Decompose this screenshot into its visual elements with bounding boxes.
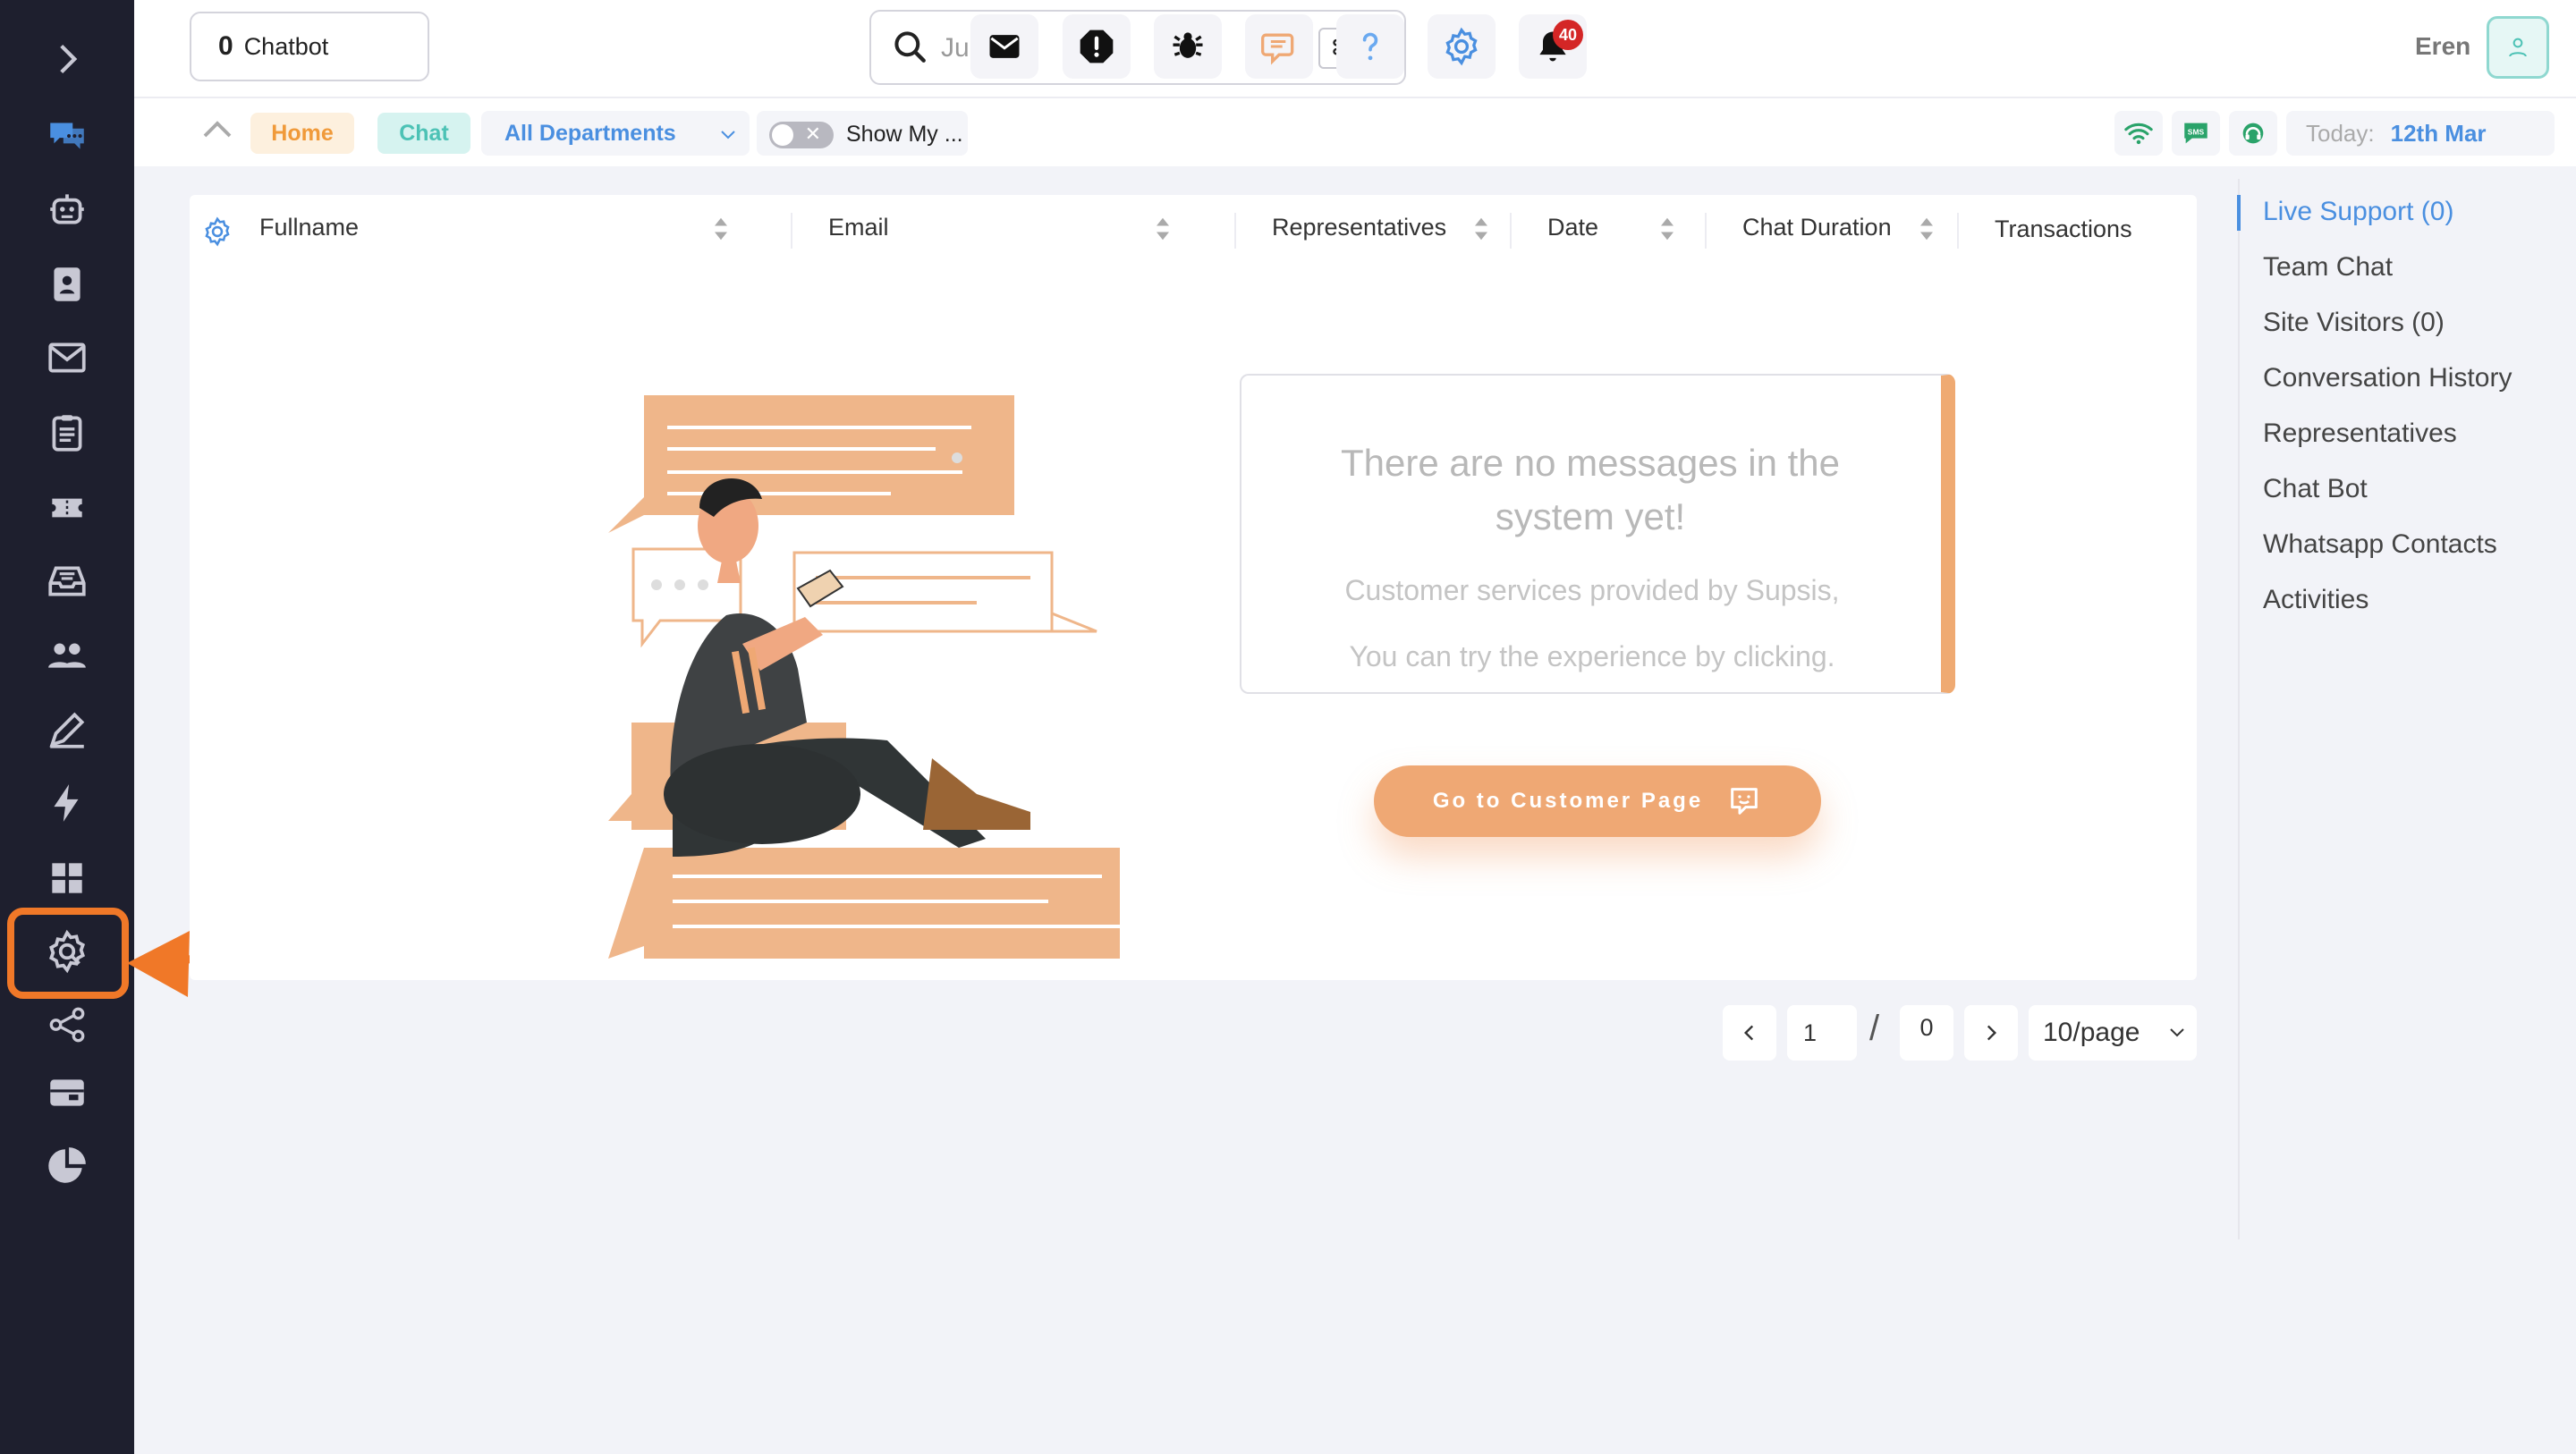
- column-header-email[interactable]: Email: [828, 195, 889, 259]
- chatbot-label: Chatbot: [243, 32, 329, 60]
- notification-badge: 40: [1553, 20, 1583, 50]
- contacts-book-icon[interactable]: [35, 252, 99, 317]
- pie-chart-icon[interactable]: [35, 1134, 99, 1198]
- chat-bubble-icon[interactable]: [1245, 14, 1313, 79]
- dashboard-grid-icon[interactable]: [35, 846, 99, 910]
- chatbot-counter[interactable]: 0 Chatbot: [190, 12, 429, 81]
- nav-conversation-history[interactable]: Conversation History: [2263, 363, 2512, 393]
- chatbot-count: 0: [218, 31, 233, 61]
- table-settings-icon[interactable]: [202, 216, 233, 247]
- inbox-tray-icon[interactable]: [35, 549, 99, 613]
- live-chat-icon[interactable]: [35, 102, 99, 166]
- empty-state-line2: You can try the experience by clicking.: [1349, 640, 1835, 672]
- department-value: All Departments: [504, 120, 676, 146]
- left-sidebar: [0, 0, 134, 1454]
- page-separator: /: [1869, 1009, 1880, 1048]
- sort-icon[interactable]: [1154, 216, 1172, 241]
- settings-highlight-annotation: [7, 908, 129, 999]
- empty-state-title: There are no messages in the system yet!: [1341, 442, 1840, 537]
- go-to-customer-page-button[interactable]: Go to Customer Page: [1374, 765, 1821, 837]
- chatbot-robot-icon[interactable]: [35, 177, 99, 241]
- mail-icon[interactable]: [35, 325, 99, 390]
- empty-state-box: There are no messages in the system yet!…: [1240, 374, 1955, 694]
- empty-state-illustration: [608, 395, 1120, 959]
- today-date: Today: 12th Mar: [2286, 111, 2555, 156]
- chat-smile-icon: [1731, 788, 1758, 815]
- pen-edit-icon[interactable]: [35, 697, 99, 762]
- users-group-icon[interactable]: [35, 622, 99, 687]
- conversation-table-card: Fullname Email Representatives Date Chat…: [190, 195, 2197, 980]
- svg-text:SMS: SMS: [2188, 127, 2205, 136]
- show-mine-toggle[interactable]: ✕ Show My ...: [757, 111, 968, 156]
- column-header-date[interactable]: Date: [1547, 195, 1598, 259]
- chat-pill[interactable]: Chat: [377, 113, 470, 154]
- department-select[interactable]: All Departments: [481, 111, 750, 156]
- empty-state-line1: Customer services provided by Supsis,: [1344, 574, 1840, 606]
- cta-label: Go to Customer Page: [1432, 789, 1704, 813]
- sort-icon[interactable]: [1918, 216, 1936, 241]
- chevron-left-icon: [1743, 1025, 1754, 1041]
- chevron-right-icon: [1987, 1025, 1997, 1041]
- nav-team-chat[interactable]: Team Chat: [2263, 252, 2393, 283]
- lightning-bolt-icon[interactable]: [35, 771, 99, 835]
- chevron-up-icon[interactable]: [199, 111, 236, 148]
- right-nav-panel: Live Support (0) Team Chat Site Visitors…: [2237, 179, 2560, 1239]
- nav-live-support[interactable]: Live Support (0): [2263, 197, 2453, 227]
- share-nodes-icon[interactable]: [35, 993, 99, 1057]
- sort-icon[interactable]: [1658, 216, 1676, 241]
- sort-icon[interactable]: [1472, 216, 1490, 241]
- column-header-transactions: Transactions: [1995, 215, 2132, 242]
- today-label: Today:: [2306, 119, 2375, 147]
- id-card-icon[interactable]: [35, 1061, 99, 1125]
- nav-site-visitors[interactable]: Site Visitors (0): [2263, 308, 2445, 338]
- ticket-icon[interactable]: [35, 476, 99, 540]
- page-size-select[interactable]: 10/page: [2029, 1005, 2197, 1061]
- nav-activities[interactable]: Activities: [2263, 585, 2368, 615]
- top-header: 0 Chatbot Jump ⇥ ⌘ K 40 Eren: [134, 0, 2576, 98]
- bell-icon[interactable]: 40: [1519, 14, 1587, 79]
- help-icon[interactable]: [1336, 14, 1404, 79]
- nav-chat-bot[interactable]: Chat Bot: [2263, 474, 2368, 504]
- sms-icon[interactable]: SMS: [2172, 111, 2220, 156]
- settings-icon[interactable]: [1428, 14, 1496, 79]
- search-icon: [894, 31, 926, 63]
- expand-chevron-icon[interactable]: [35, 27, 99, 91]
- jump-search-input[interactable]: Jump ⇥ ⌘ K: [869, 10, 1406, 85]
- next-page-button[interactable]: [1964, 1005, 2018, 1061]
- page-number-input[interactable]: 1: [1787, 1005, 1857, 1061]
- headset-icon[interactable]: [2229, 111, 2277, 156]
- toggle-switch[interactable]: ✕: [769, 122, 834, 148]
- nav-representatives[interactable]: Representatives: [2263, 418, 2457, 449]
- nav-whatsapp-contacts[interactable]: Whatsapp Contacts: [2263, 529, 2497, 560]
- clipboard-icon[interactable]: [35, 401, 99, 465]
- avatar[interactable]: [2487, 16, 2549, 79]
- prev-page-button[interactable]: [1723, 1005, 1776, 1061]
- page-size-value: 10/page: [2043, 1018, 2140, 1047]
- sub-header: Home Chat All Departments ✕ Show My ... …: [134, 98, 2576, 166]
- wifi-icon[interactable]: [2114, 111, 2163, 156]
- chevron-down-icon: [721, 131, 735, 139]
- home-pill[interactable]: Home: [250, 113, 354, 154]
- mail-icon[interactable]: [970, 14, 1038, 79]
- column-header-fullname[interactable]: Fullname: [259, 195, 359, 259]
- chevron-down-icon: [2170, 1028, 2184, 1037]
- sort-icon[interactable]: [712, 216, 730, 241]
- column-header-representatives[interactable]: Representatives: [1272, 195, 1446, 259]
- show-mine-label: Show My ...: [846, 122, 963, 147]
- user-name[interactable]: Eren: [2415, 32, 2470, 61]
- total-pages: 0: [1900, 1005, 1953, 1061]
- bug-icon[interactable]: [1154, 14, 1222, 79]
- column-header-chat-duration[interactable]: Chat Duration: [1742, 195, 1892, 259]
- user-icon: [2509, 38, 2527, 57]
- alert-icon[interactable]: [1063, 14, 1131, 79]
- active-indicator: [2237, 195, 2241, 231]
- today-value: 12th Mar: [2390, 119, 2487, 147]
